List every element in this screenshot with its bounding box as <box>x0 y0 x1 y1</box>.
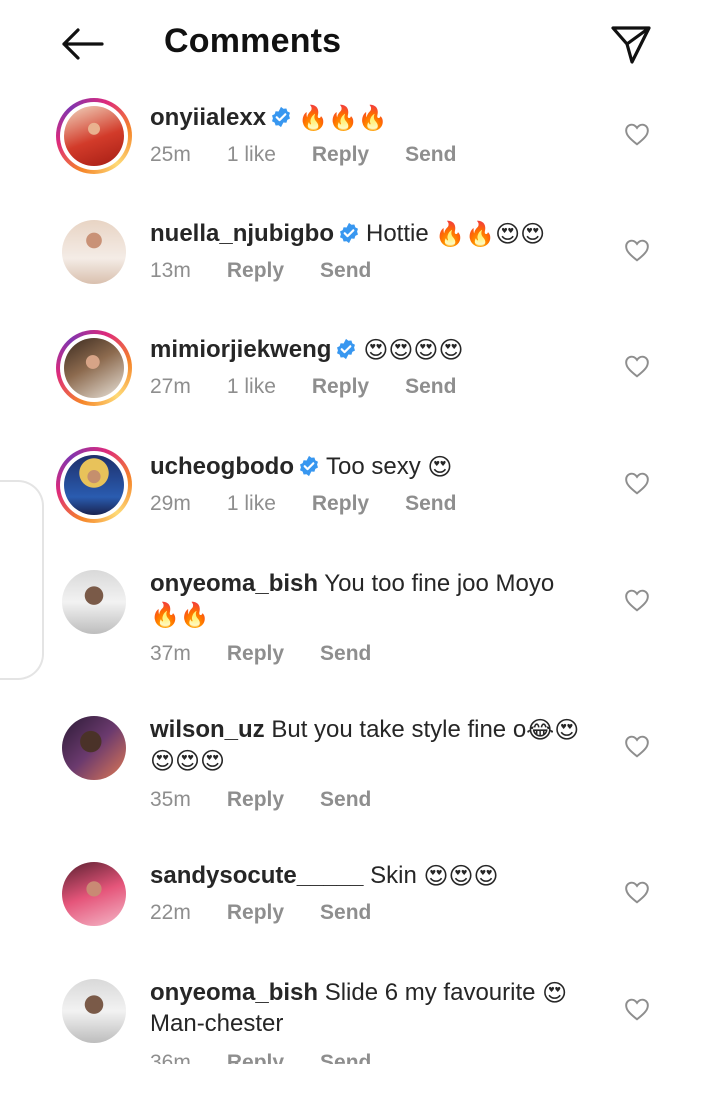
avatar[interactable] <box>62 220 126 284</box>
heart-icon[interactable] <box>624 122 650 146</box>
reply-button[interactable]: Reply <box>312 492 369 516</box>
comment-username[interactable]: wilson_uz <box>150 716 265 743</box>
comment-time: 37m <box>150 642 191 665</box>
heart-icon[interactable] <box>624 354 650 378</box>
comment-text-continued: Man-chester <box>150 1010 284 1037</box>
verified-badge-icon <box>337 338 356 360</box>
comment-likes[interactable]: 1 like <box>227 143 276 167</box>
reply-button[interactable]: Reply <box>312 143 369 167</box>
verified-badge-icon <box>300 455 318 477</box>
reply-button[interactable]: Reply <box>227 642 284 666</box>
comment-time: 22m <box>150 901 191 924</box>
comment-time: 29m <box>150 492 191 515</box>
top-bar: Comments <box>0 0 720 90</box>
heart-icon[interactable] <box>624 997 650 1021</box>
heart-icon[interactable] <box>624 238 650 262</box>
avatar[interactable] <box>56 330 132 406</box>
comment-likes[interactable]: 1 like <box>227 492 276 516</box>
send-button[interactable]: Send <box>405 492 456 516</box>
comment-emojis: 🔥🔥 <box>150 601 210 629</box>
comment-username[interactable]: nuella_njubigbo <box>150 220 334 247</box>
comment-emojis: 😍😍😍😍 <box>363 336 464 364</box>
comment-username[interactable]: sandysocute_____ <box>150 862 363 889</box>
comment-username[interactable]: mimiorjiekweng <box>150 336 331 363</box>
comment-emojis: 😂😍 <box>526 716 580 744</box>
back-button[interactable] <box>56 22 108 66</box>
comment-username[interactable]: ucheogbodo <box>150 453 294 480</box>
comment-emojis: 😍😍😍 <box>423 862 499 890</box>
heart-icon[interactable] <box>624 734 650 758</box>
comment-username[interactable]: onyiialexx <box>150 104 266 131</box>
send-button[interactable]: Send <box>320 901 371 925</box>
reply-button[interactable]: Reply <box>312 375 369 399</box>
heart-icon[interactable] <box>624 588 650 612</box>
send-button[interactable]: Send <box>320 259 371 283</box>
send-button[interactable]: Send <box>320 788 371 812</box>
send-button[interactable]: Send <box>320 642 371 666</box>
comment-username[interactable]: onyeoma_bish <box>150 570 318 597</box>
send-button[interactable]: Send <box>405 375 456 399</box>
avatar[interactable] <box>62 979 126 1043</box>
heart-icon[interactable] <box>624 880 650 904</box>
comment-emojis: 🔥🔥😍😍 <box>435 220 546 248</box>
comment-time: 25m <box>150 143 191 166</box>
comment-text: Too sexy <box>325 453 421 480</box>
comment-username[interactable]: onyeoma_bish <box>150 979 318 1006</box>
comment-text: Skin <box>370 862 417 889</box>
reply-button[interactable]: Reply <box>227 259 284 283</box>
comment-emojis: 😍😍😍 <box>150 747 226 775</box>
comment-text: Slide 6 my favourite <box>324 979 536 1006</box>
comment-text: Hottie <box>366 220 429 247</box>
comment-time: 27m <box>150 375 191 398</box>
comment-text: But you take style fine o <box>271 716 527 743</box>
avatar[interactable] <box>62 716 126 780</box>
avatar[interactable] <box>56 98 132 174</box>
reply-button[interactable]: Reply <box>227 901 284 925</box>
comment-emojis: 🔥🔥🔥 <box>298 104 388 132</box>
page-title: Comments <box>164 22 342 60</box>
comment-emojis: 😍 <box>542 979 568 1007</box>
verified-badge-icon <box>340 222 358 244</box>
side-panel-edge <box>0 480 44 680</box>
avatar[interactable] <box>62 570 126 634</box>
heart-icon[interactable] <box>624 471 650 495</box>
verified-badge-icon <box>272 106 291 128</box>
reply-button[interactable]: Reply <box>227 788 284 812</box>
comment-time: 35m <box>150 788 191 811</box>
comment-text: You too fine joo Moyo <box>324 570 555 597</box>
comment-likes[interactable]: 1 like <box>227 375 276 399</box>
arrow-left-icon <box>62 28 104 60</box>
comment-time: 13m <box>150 259 191 282</box>
comment-emojis: 😍 <box>427 453 453 481</box>
scroll-cutoff <box>0 1064 720 1098</box>
avatar[interactable] <box>56 447 132 523</box>
avatar[interactable] <box>62 862 126 926</box>
share-button[interactable] <box>606 20 656 68</box>
paper-plane-icon <box>611 26 651 64</box>
send-button[interactable]: Send <box>405 143 456 167</box>
